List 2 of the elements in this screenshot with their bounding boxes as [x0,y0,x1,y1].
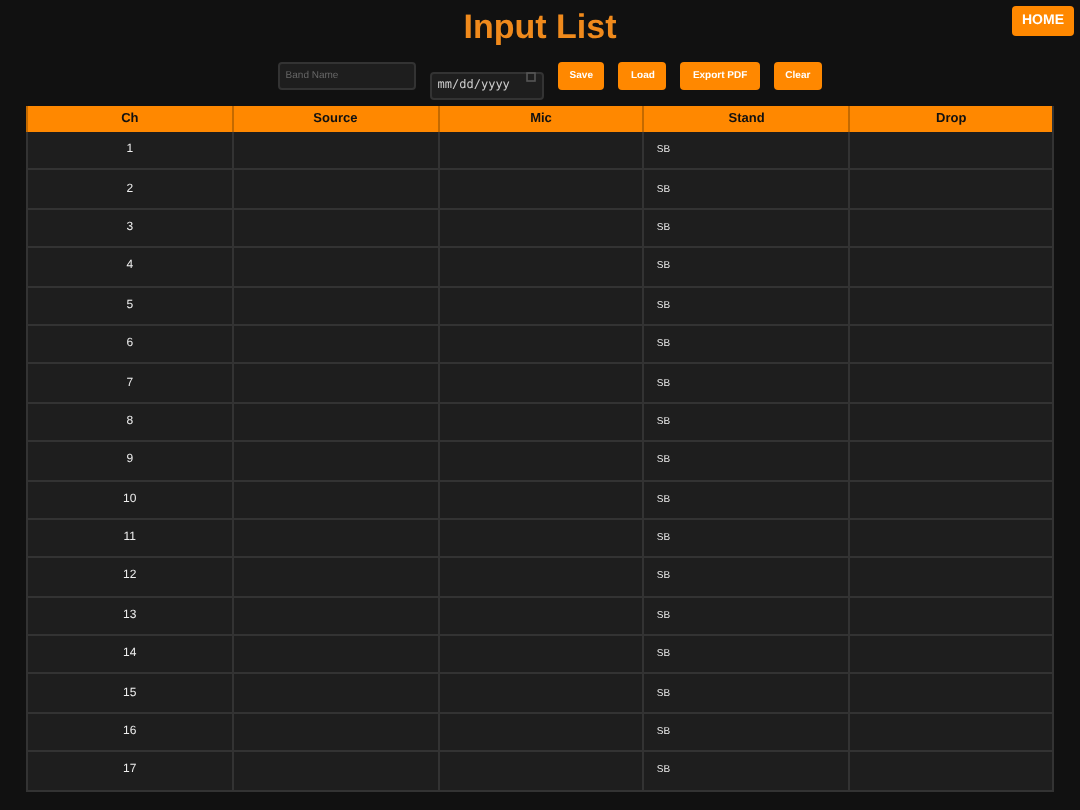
page-title: Input List [463,6,617,50]
calendar-icon[interactable] [525,71,536,81]
